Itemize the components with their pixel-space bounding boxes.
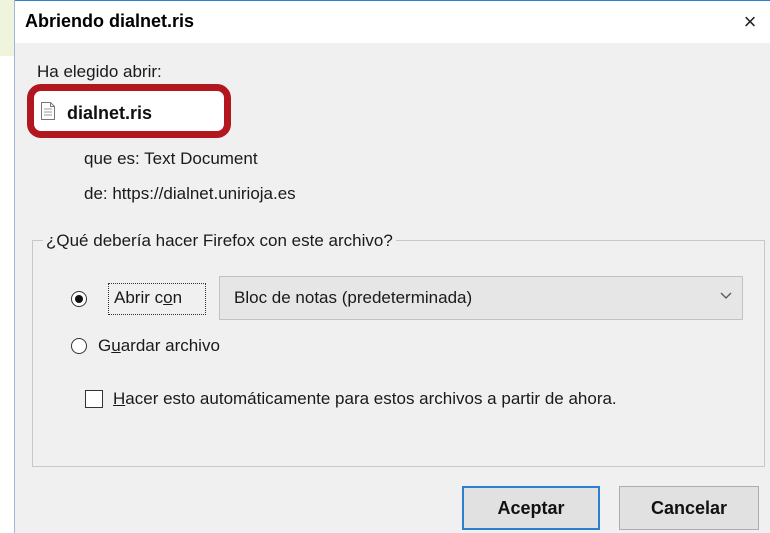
open-file-dialog: Abriendo dialnet.ris × Ha elegido abrir:… xyxy=(14,0,770,533)
application-select[interactable]: Bloc de notas (predeterminada) xyxy=(219,276,743,320)
cancel-button[interactable]: Cancelar xyxy=(619,486,759,530)
title-bar: Abriendo dialnet.ris × xyxy=(15,0,770,43)
save-file-label[interactable]: Guardar archivo xyxy=(98,336,220,356)
application-select-value: Bloc de notas (predeterminada) xyxy=(234,288,473,307)
auto-action-label[interactable]: Hacer esto automáticamente para estos ar… xyxy=(113,389,617,409)
chevron-down-icon xyxy=(720,292,732,299)
open-with-label[interactable]: Abrir con xyxy=(114,288,182,308)
document-icon xyxy=(41,102,55,120)
file-source: de: https://dialnet.unirioja.es xyxy=(84,184,296,203)
file-type: que es: Text Document xyxy=(84,149,258,168)
file-name: dialnet.ris xyxy=(67,103,153,123)
accept-button[interactable]: Aceptar xyxy=(462,486,600,530)
save-file-radio[interactable] xyxy=(71,338,87,354)
close-icon[interactable]: × xyxy=(733,5,767,39)
background-window-edge xyxy=(0,0,15,56)
dialog-title: Abriendo dialnet.ris xyxy=(25,11,195,31)
intro-label: Ha elegido abrir: xyxy=(37,62,162,81)
action-group-legend: ¿Qué debería hacer Firefox con este arch… xyxy=(43,231,396,251)
open-with-radio[interactable] xyxy=(71,291,87,307)
auto-action-checkbox[interactable] xyxy=(85,390,103,408)
